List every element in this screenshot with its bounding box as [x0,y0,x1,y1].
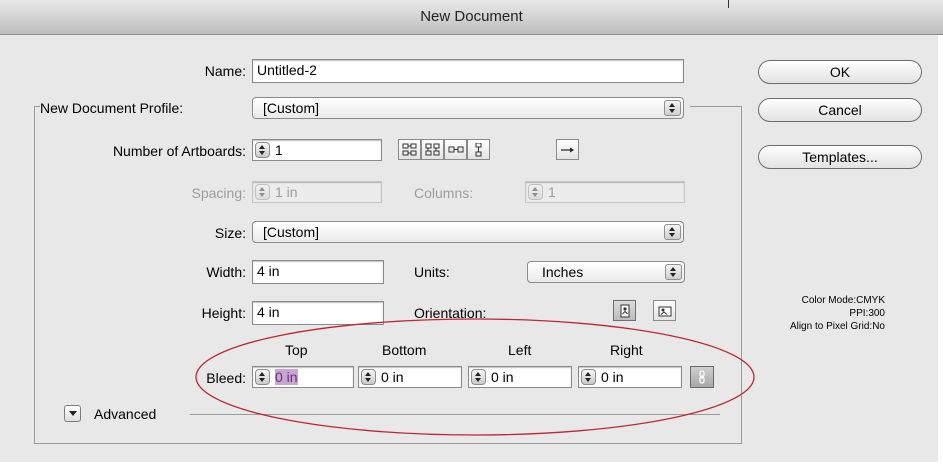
bleed-header-top: Top [285,342,308,358]
bleed-bottom-stepper[interactable]: 0 in [358,366,462,388]
advanced-toggle[interactable] [64,405,81,422]
bleed-bottom-value: 0 in [381,369,404,385]
artboards-label: Number of Artboards: [112,143,246,159]
stepper-arrows-icon[interactable] [361,369,376,385]
columns-stepper[interactable]: 1 [525,181,685,203]
bleed-top-stepper[interactable]: 0 in [252,366,354,388]
profile-value: [Custom] [263,100,320,116]
ok-button[interactable]: OK [758,60,922,84]
window-bottom-edge [0,462,943,469]
spacing-stepper[interactable]: 1 in [252,181,382,203]
name-label: Name: [204,63,246,79]
stepper-arrows-icon[interactable] [581,369,596,385]
cancel-button[interactable]: Cancel [758,98,922,122]
color-mode-row: Color Mode:CMYK [740,294,885,307]
portrait-icon [620,304,630,318]
profile-group-left [34,106,35,444]
bleed-label: Bleed: [206,370,246,386]
document-info: Color Mode:CMYK PPI:300 Align to Pixel G… [740,294,885,333]
profile-label: New Document Profile: [40,100,187,116]
stepper-arrows-icon[interactable] [471,369,486,385]
width-input[interactable]: 4 in [252,260,384,284]
artboards-value: 1 [275,142,283,158]
stepper-arrows-icon[interactable] [255,142,270,158]
ppi-value: 300 [868,308,885,319]
height-value: 4 in [257,304,280,320]
popup-arrows-icon [665,264,682,280]
size-value: [Custom] [263,224,320,240]
columns-value: 1 [548,184,556,200]
width-label: Width: [206,264,246,280]
link-bleed-icon [699,370,705,384]
portrait-button[interactable] [613,300,636,321]
align-key: Align to Pixel Grid: [789,321,873,332]
ppi-row: PPI:300 [740,307,885,320]
bleed-header-left: Left [508,342,532,358]
profile-select[interactable]: [Custom] [252,97,684,119]
window-title: New Document [420,8,523,25]
arrange-by-row-button[interactable] [444,139,467,160]
size-select[interactable]: [Custom] [252,221,684,243]
link-bleed-button[interactable] [690,366,714,388]
bleed-right-stepper[interactable]: 0 in [578,366,682,388]
profile-group-bottom [34,443,742,444]
advanced-label: Advanced [94,406,157,422]
new-document-dialog: New Document Name: Untitled-2 New Docume… [0,0,943,469]
color-mode-key: Color Mode: [801,295,857,306]
profile-group-top-right [690,106,742,107]
bleed-header-bottom: Bottom [382,342,427,358]
size-label: Size: [214,225,246,241]
landscape-icon [658,306,672,317]
ppi-key: PPI: [849,308,869,319]
grid-by-column-icon [425,143,440,156]
stepper-arrows-icon[interactable] [255,369,270,385]
spacing-label: Spacing: [191,185,246,201]
bleed-left-value: 0 in [491,369,514,385]
templates-button[interactable]: Templates... [758,145,922,169]
stepper-arrows-icon[interactable] [255,184,270,200]
titlebar-divider [728,0,729,8]
align-value: No [872,321,885,332]
grid-by-column-button[interactable] [421,139,444,160]
arrange-by-row-icon [448,146,464,153]
bleed-left-stepper[interactable]: 0 in [468,366,572,388]
spacing-value: 1 in [275,184,298,200]
units-value: Inches [542,264,584,280]
units-select[interactable]: Inches [527,261,685,283]
arrange-by-column-button[interactable] [467,139,490,160]
advanced-divider [190,414,720,415]
left-to-right-layout-button[interactable] [556,139,579,160]
popup-arrows-icon [664,100,681,116]
align-row: Align to Pixel Grid:No [740,320,885,333]
left-to-right-layout-icon [561,147,574,153]
columns-label: Columns: [414,185,474,201]
units-label: Units: [414,264,450,280]
bleed-right-value: 0 in [601,369,624,385]
title-bar: New Document [0,0,943,35]
stepper-arrows-icon[interactable] [528,184,543,200]
popup-arrows-icon [664,224,681,240]
height-input[interactable]: 4 in [252,301,384,325]
name-value: Untitled-2 [257,62,317,78]
orientation-label: Orientation: [414,305,487,321]
bleed-header-right: Right [610,342,643,358]
window-edge [938,35,943,469]
grid-by-row-icon [402,143,417,156]
width-value: 4 in [257,263,280,279]
name-input[interactable]: Untitled-2 [252,59,684,83]
height-label: Height: [201,305,246,321]
color-mode-value: CMYK [856,295,885,306]
profile-group-right [741,106,742,444]
bleed-top-value: 0 in [275,369,298,385]
landscape-button[interactable] [653,300,676,321]
grid-by-row-button[interactable] [398,139,421,160]
artboards-stepper[interactable]: 1 [252,139,382,161]
arrange-by-column-icon [475,143,482,157]
